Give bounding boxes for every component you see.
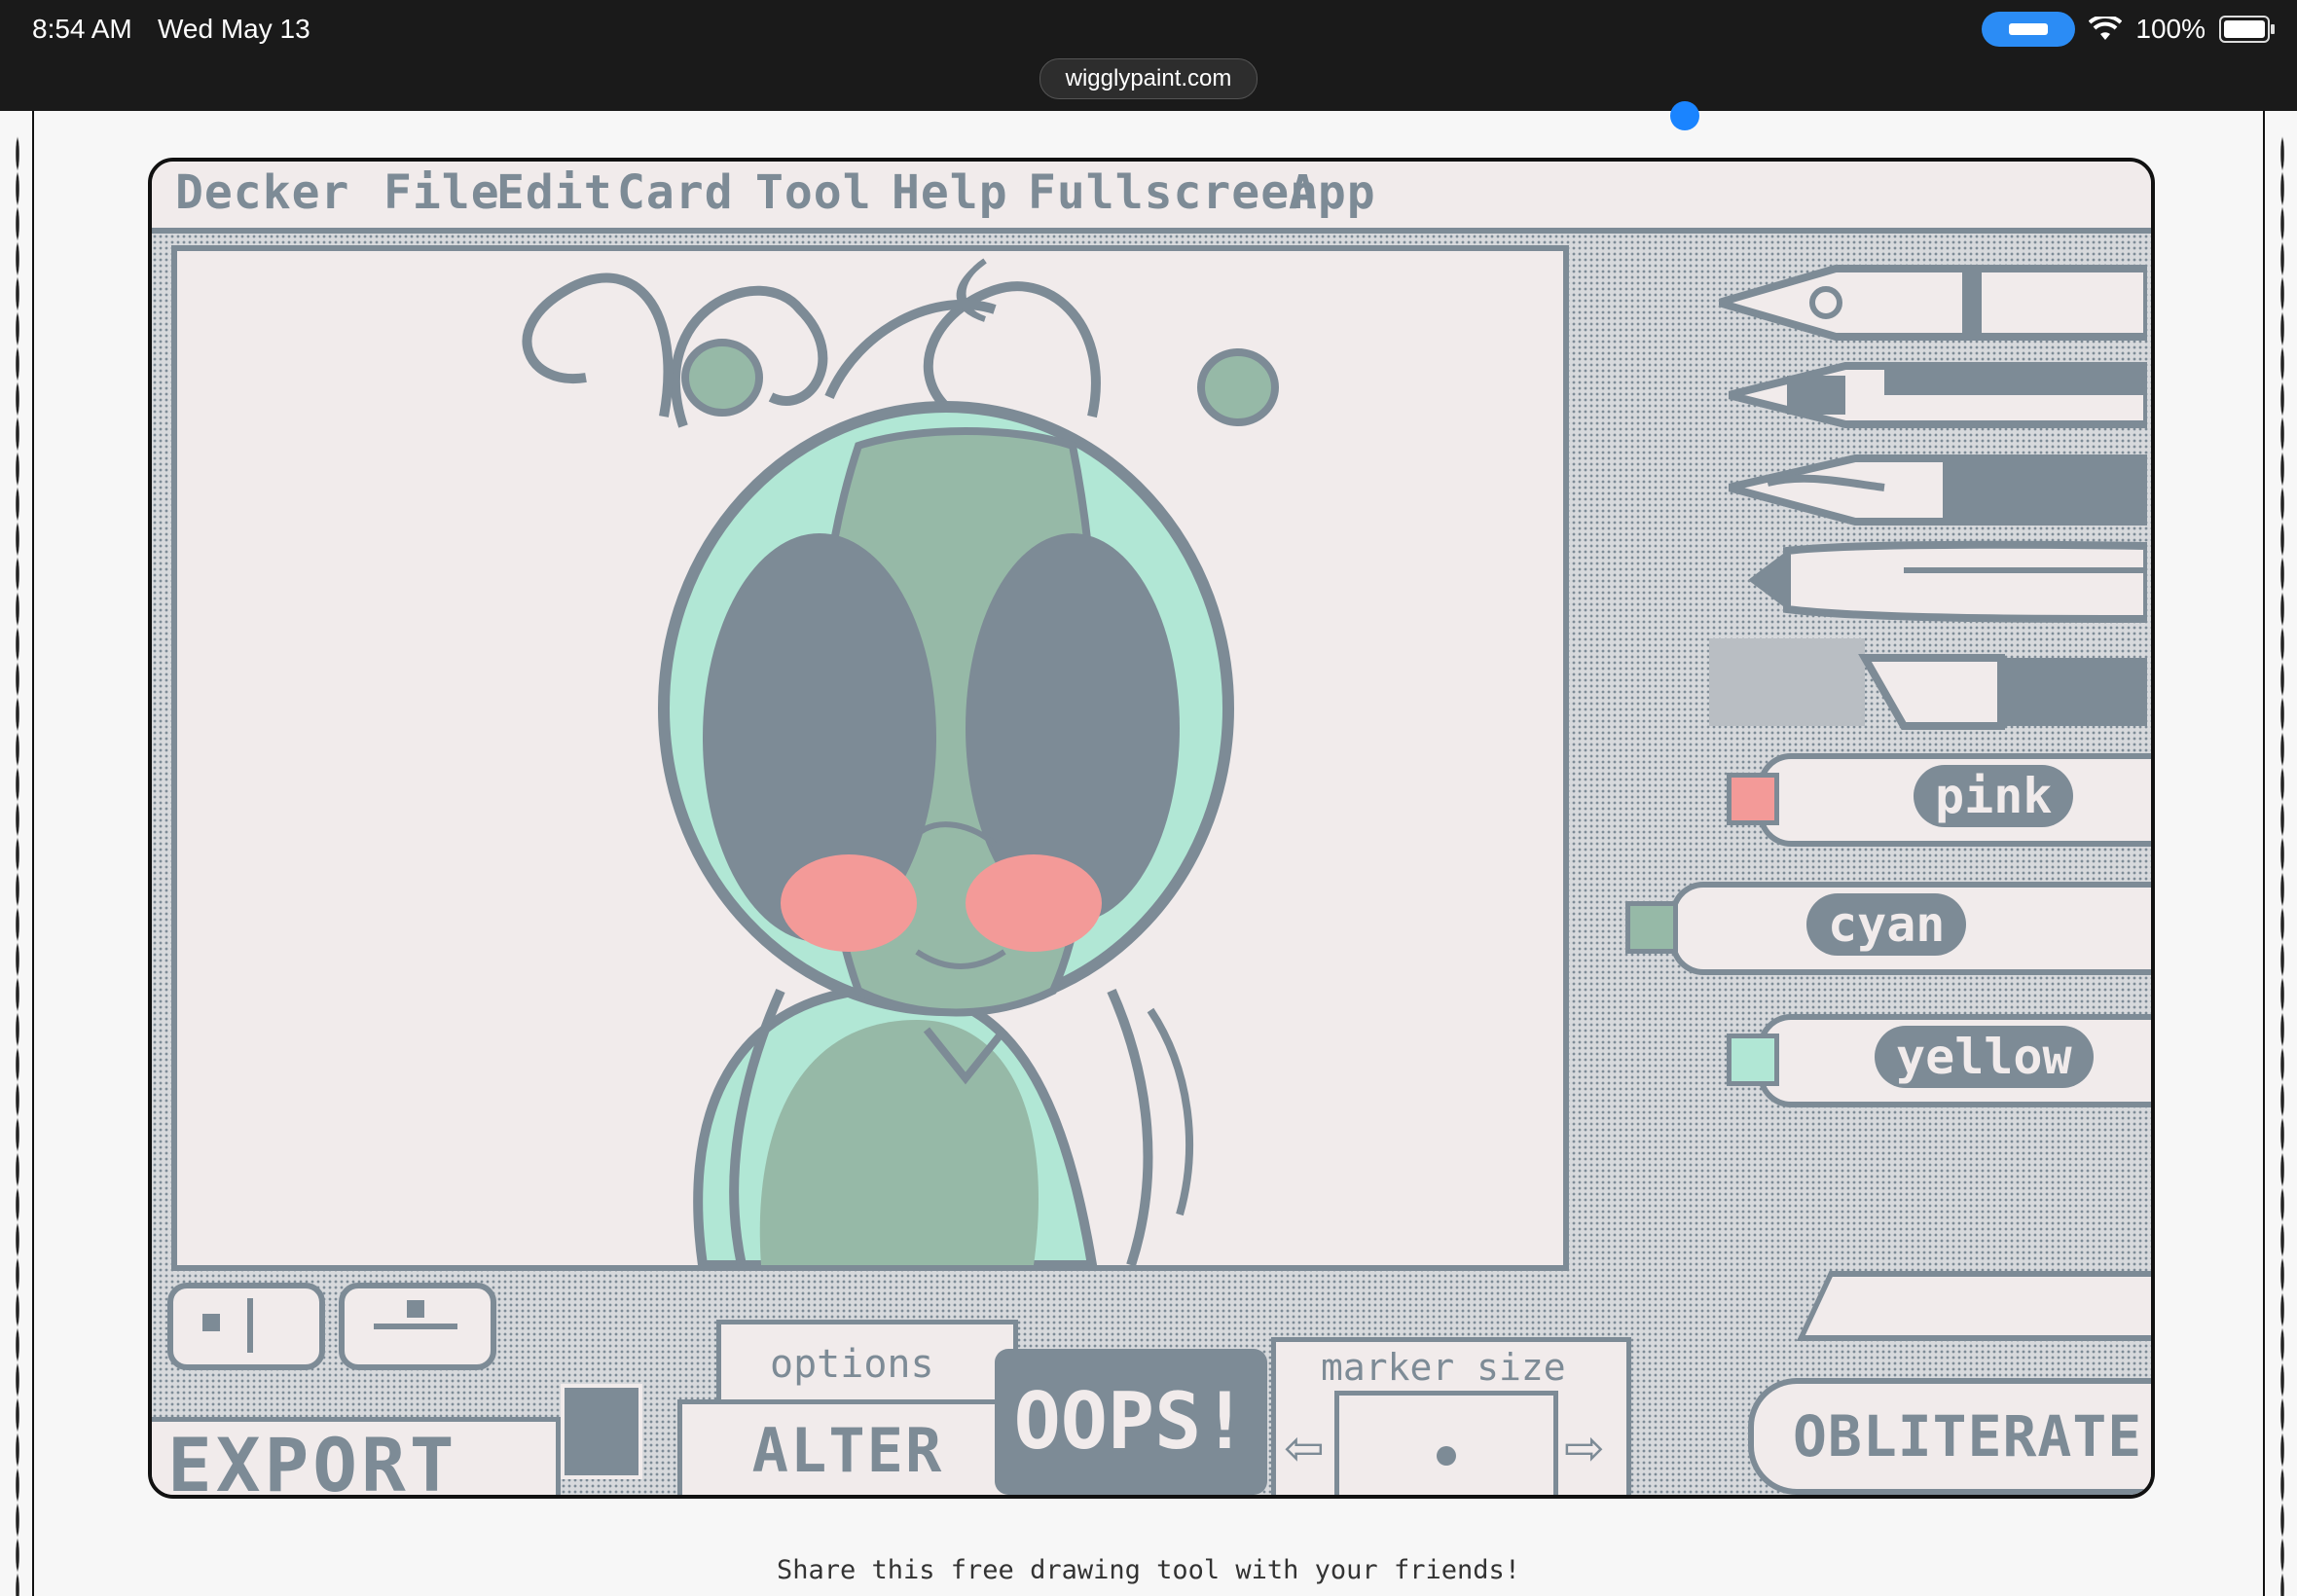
status-time: 8:54 AM <box>32 14 132 44</box>
menu-file[interactable]: File <box>383 165 500 220</box>
eraser-tool[interactable] <box>1797 1271 2151 1341</box>
menu-help[interactable]: Help <box>892 165 1008 220</box>
cyan-marker-swatch <box>1625 901 1678 954</box>
menu-bar: Decker File Edit Card Tool Help Fullscre… <box>152 162 2151 234</box>
menu-card[interactable]: Card <box>617 165 734 220</box>
options-label: options <box>770 1342 934 1387</box>
marker-size-label: marker size <box>1321 1346 1566 1389</box>
obliterate-button[interactable]: OBLITERATE! <box>1748 1378 2151 1495</box>
next-page-button[interactable] <box>339 1283 496 1370</box>
drawing-canvas[interactable] <box>171 245 1569 1271</box>
page-border-right <box>2263 111 2265 1596</box>
menu-fullscreen[interactable]: Fullscreen <box>1028 165 1319 220</box>
marker-size-dot <box>1437 1446 1456 1466</box>
yellow-marker-swatch <box>1727 1034 1779 1086</box>
size-increase-arrow-icon[interactable]: ⇨ <box>1564 1420 1605 1476</box>
status-indicators: 100% <box>1982 12 2275 47</box>
pink-marker-label: pink <box>1914 765 2074 827</box>
pink-marker-tool[interactable]: pink <box>1719 744 2151 851</box>
yellow-marker-label: yellow <box>1875 1026 2094 1088</box>
menu-app[interactable]: App <box>1289 165 1376 220</box>
page-margin-dots-right <box>2280 136 2284 1596</box>
wifi-icon <box>2089 17 2123 40</box>
share-text: Share this free drawing tool with your f… <box>776 1555 1520 1585</box>
fine-pen-tool[interactable] <box>1729 346 2147 434</box>
battery-percent: 100% <box>2135 14 2206 44</box>
battery-icon <box>2219 16 2275 43</box>
alter-button[interactable]: ALTER <box>677 1399 1018 1495</box>
url-bar[interactable]: wigglypaint.com <box>1039 58 1258 99</box>
wigglypaint-app: Decker File Edit Card Tool Help Fullscre… <box>148 158 2155 1499</box>
menu-decker[interactable]: Decker <box>175 165 349 220</box>
page-border-left <box>32 111 34 1596</box>
marker-size-preview <box>1334 1391 1558 1495</box>
pink-marker-swatch <box>1727 773 1779 825</box>
ink-pen-tool[interactable] <box>1719 249 2147 356</box>
brush-pen-tool[interactable] <box>1729 444 2147 531</box>
menu-tool[interactable]: Tool <box>755 165 872 220</box>
screen-record-icon[interactable] <box>1982 12 2076 47</box>
drag-handle[interactable] <box>1670 101 1699 130</box>
export-button[interactable]: EXPORT <box>152 1417 561 1495</box>
page-margin-dots-left <box>16 136 19 1596</box>
size-decrease-arrow-icon[interactable]: ⇦ <box>1284 1420 1325 1476</box>
cyan-marker-tool[interactable]: cyan <box>1612 872 2151 979</box>
oops-button[interactable]: OOPS! <box>995 1349 1267 1495</box>
prev-page-button[interactable] <box>167 1283 325 1370</box>
paintbrush-tool[interactable] <box>1748 531 2147 629</box>
status-date: Wed May 13 <box>158 14 310 44</box>
spray-tool[interactable] <box>1709 629 2147 736</box>
canvas-drawing <box>522 258 1279 1270</box>
menu-edit[interactable]: Edit <box>496 165 613 220</box>
cyan-marker-label: cyan <box>1806 893 1967 956</box>
status-bar: 8:54 AM Wed May 13 wigglypaint.com 100% <box>0 0 2297 111</box>
yellow-marker-tool[interactable]: yellow <box>1719 1004 2151 1111</box>
marker-size-panel: marker size ⇦ ⇨ <box>1271 1337 1631 1495</box>
export-flag-icon <box>561 1384 642 1479</box>
